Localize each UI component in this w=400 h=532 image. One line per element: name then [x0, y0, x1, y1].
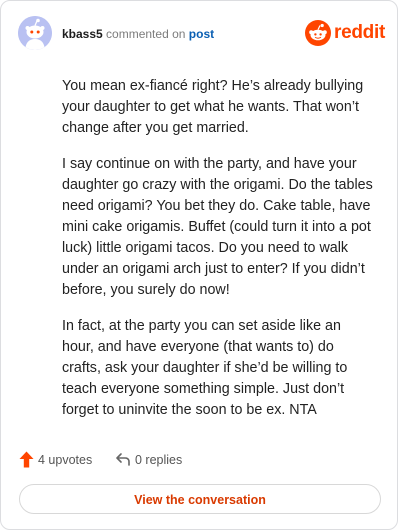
- comment-byline: kbass5 commented on post: [62, 26, 214, 42]
- brand-logo[interactable]: reddit: [305, 20, 385, 48]
- brand-wordmark: reddit: [334, 22, 385, 43]
- upvote-arrow-icon: [19, 451, 34, 468]
- username[interactable]: kbass5: [62, 27, 103, 41]
- upvote-button[interactable]: 4 upvotes: [19, 449, 109, 471]
- avatar[interactable]: [18, 16, 52, 50]
- reddit-logo-icon: [305, 20, 331, 46]
- reply-count: 0 replies: [135, 453, 183, 467]
- post-link[interactable]: post: [189, 27, 214, 41]
- comment-paragraph: In fact, at the party you can set aside …: [62, 318, 348, 418]
- comment-actions: 4 upvotes 0 replies: [19, 449, 379, 471]
- action-text: commented on: [106, 27, 186, 41]
- comment-card: kbass5 commented on post reddit You mean…: [0, 0, 398, 530]
- comment-paragraph: I say continue on with the party, and ha…: [62, 156, 373, 298]
- comment-paragraph: You mean ex-fiancé right? He’s already b…: [62, 78, 364, 136]
- upvote-count: 4 upvotes: [38, 453, 93, 467]
- snoo-avatar-icon: [18, 16, 52, 50]
- reply-button[interactable]: 0 replies: [115, 449, 205, 471]
- comment-header: kbass5 commented on post reddit: [18, 16, 385, 52]
- view-conversation-button[interactable]: View the conversation: [19, 484, 381, 514]
- reply-arrow-icon: [116, 453, 130, 466]
- comment-body: You mean ex-fiancé right? He’s already b…: [62, 76, 374, 436]
